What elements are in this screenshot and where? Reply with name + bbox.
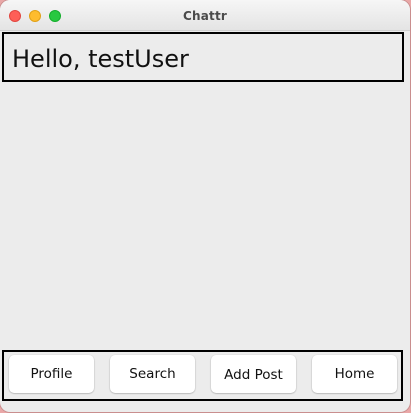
greeting-panel: Hello, testUser — [2, 32, 404, 82]
window-title: Chattr — [182, 9, 228, 23]
home-button[interactable]: Home — [312, 355, 397, 393]
profile-button[interactable]: Profile — [9, 355, 94, 393]
profile-button-label: Profile — [30, 366, 73, 382]
search-button[interactable]: Search — [110, 355, 195, 393]
nav-bar: Profile Search Add Post Home — [2, 350, 403, 401]
search-button-label: Search — [129, 366, 176, 382]
greeting-label: Hello, testUser — [12, 45, 189, 73]
add-post-button[interactable]: Add Post — [211, 355, 296, 393]
title-bar: Chattr — [0, 0, 410, 31]
home-button-label: Home — [334, 366, 375, 382]
content-area — [0, 82, 410, 349]
add-post-button-label: Add Post — [224, 367, 283, 383]
app-window: Chattr Hello, testUser Profile Search Ad… — [0, 0, 410, 412]
